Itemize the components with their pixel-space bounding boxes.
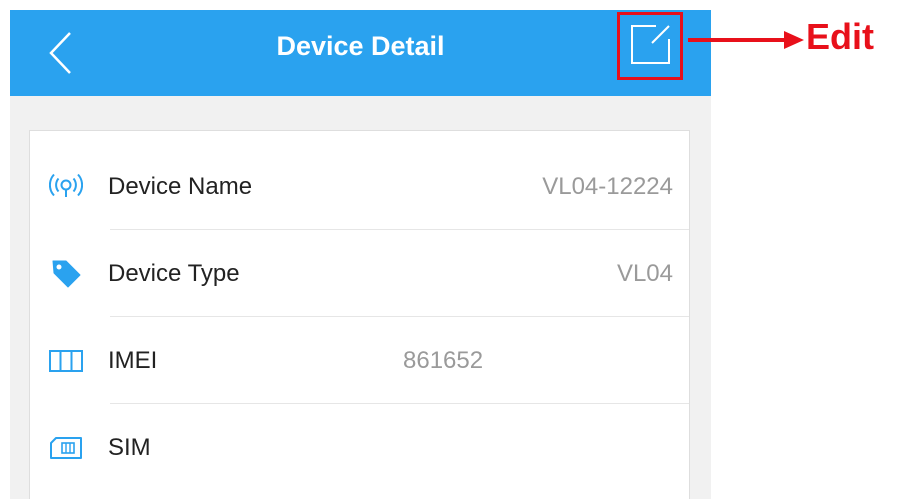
app-header: Device Detail (10, 10, 711, 96)
device-type-row[interactable]: Device Type VL04 (30, 230, 689, 317)
sim-card-icon (48, 430, 84, 466)
chevron-left-icon (49, 32, 71, 74)
device-name-label: Device Name (108, 173, 253, 200)
sim-row[interactable]: SIM (30, 404, 689, 491)
signal-icon (48, 169, 84, 205)
tag-icon (48, 256, 84, 292)
device-name-value: VL04-12224 (542, 173, 673, 200)
imei-value: 861652 (403, 347, 484, 374)
edit-highlight-box (617, 12, 683, 80)
imei-label: IMEI (108, 347, 158, 374)
back-button[interactable] (40, 28, 80, 78)
sim-label: SIM (108, 434, 151, 461)
device-type-value: VL04 (616, 260, 673, 287)
device-type-label: Device Type (108, 260, 240, 287)
device-detail-card: Device Name VL04-12224 Device Type VL04 (29, 130, 690, 499)
phone-screen: Device Detail Device Name VL04-12224 Dev… (10, 10, 711, 499)
annotation-arrow-icon (688, 31, 804, 49)
imei-row[interactable]: IMEI 861652 (30, 317, 689, 404)
edit-annotation-label: Edit (806, 16, 874, 57)
device-name-row[interactable]: Device Name VL04-12224 (30, 143, 689, 230)
barcode-icon (48, 343, 84, 379)
page-title: Device Detail (276, 31, 445, 61)
